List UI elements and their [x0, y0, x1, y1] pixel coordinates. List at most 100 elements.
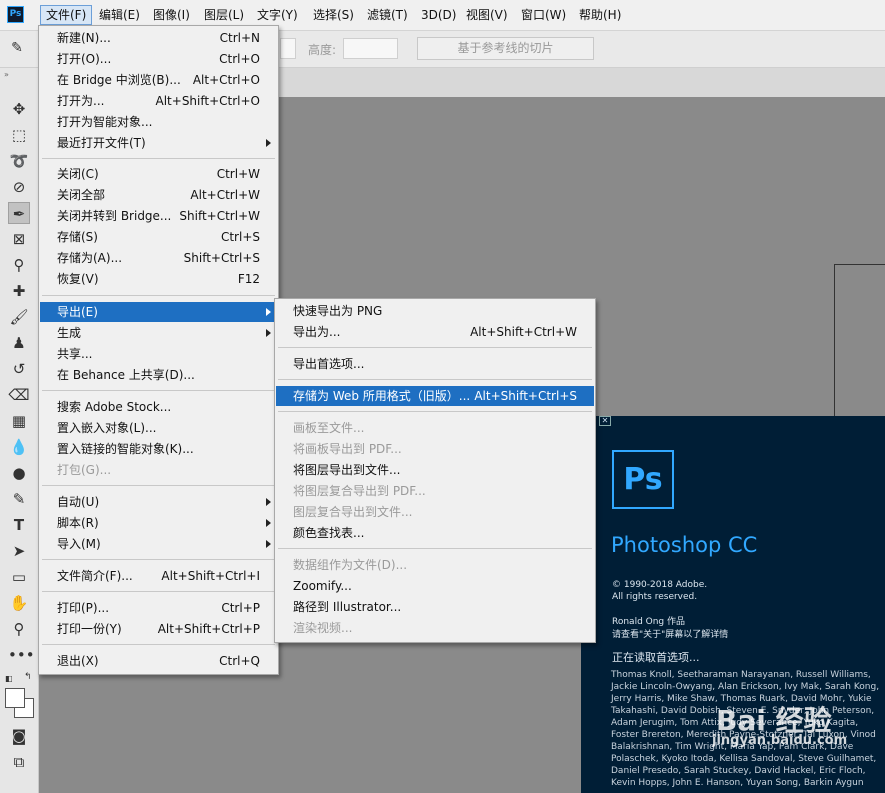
frame-tool-icon[interactable]: ⊠: [8, 228, 30, 250]
menu-item-open-as[interactable]: 打开为... Alt+Shift+Ctrl+O: [40, 91, 277, 111]
menu-separator: [278, 347, 592, 348]
menu-item-place-embedded[interactable]: 置入嵌入对象(L)...: [40, 418, 277, 438]
zoom-tool-icon[interactable]: ⚲: [8, 618, 30, 640]
menu-item-exit[interactable]: 退出(X) Ctrl+Q: [40, 651, 277, 671]
menu-item-browse-bridge[interactable]: 在 Bridge 中浏览(B)... Alt+Ctrl+O: [40, 70, 277, 90]
marquee-tool-icon[interactable]: ⬚: [8, 124, 30, 146]
menu-item-export-as[interactable]: 导出为... Alt+Shift+Ctrl+W: [276, 322, 594, 342]
splash-close-icon[interactable]: ✕: [599, 416, 611, 426]
menu-item-layer-comps-to-files[interactable]: 图层复合导出到文件...: [276, 502, 594, 522]
dodge-tool-icon[interactable]: ●: [8, 462, 30, 484]
menu-item-layers-to-files[interactable]: 将图层导出到文件...: [276, 460, 594, 480]
menu-item-place-linked[interactable]: 置入链接的智能对象(K)...: [40, 439, 277, 459]
menu-item-recent-files[interactable]: 最近打开文件(T): [40, 133, 277, 153]
menu-item-quick-export-png[interactable]: 快速导出为 PNG: [276, 301, 594, 321]
slice-tool-preset-icon[interactable]: ✎: [6, 37, 28, 59]
submenu-arrow-icon: [266, 308, 271, 316]
splash-rights: All rights reserved.: [612, 592, 698, 602]
rectangle-tool-icon[interactable]: ▭: [8, 566, 30, 588]
splash-copyright: © 1990-2018 Adobe.: [612, 580, 708, 590]
menu-type[interactable]: 文字(Y): [252, 5, 303, 25]
menu-item-data-sets-as-files[interactable]: 数据组作为文件(D)...: [276, 555, 594, 575]
hand-tool-icon[interactable]: ✋: [8, 592, 30, 614]
menu-item-paths-to-illustrator[interactable]: 路径到 Illustrator...: [276, 597, 594, 617]
quick-mask-icon[interactable]: ◙: [8, 725, 30, 747]
blur-tool-icon[interactable]: 💧: [8, 436, 30, 458]
menu-item-artboards-to-files[interactable]: 画板至文件...: [276, 418, 594, 438]
menu-item-export-preferences[interactable]: 导出首选项...: [276, 354, 594, 374]
quick-select-tool-icon[interactable]: ⊘: [8, 176, 30, 198]
path-pen-tool-icon[interactable]: ✎: [8, 488, 30, 510]
brush-tool-icon[interactable]: 🖌: [8, 306, 30, 328]
menu-item-file-info[interactable]: 文件简介(F)... Alt+Shift+Ctrl+I: [40, 566, 277, 586]
gradient-tool-icon[interactable]: ▦: [8, 410, 30, 432]
move-tool-icon[interactable]: ✥: [8, 98, 30, 120]
path-selection-tool-icon[interactable]: ➤: [8, 540, 30, 562]
width-field[interactable]: [280, 38, 296, 59]
menu-item-save-for-web[interactable]: 存储为 Web 所用格式（旧版）... Alt+Shift+Ctrl+S: [276, 386, 594, 406]
menu-select[interactable]: 选择(S): [308, 5, 359, 25]
menu-3d[interactable]: 3D(D): [416, 5, 461, 25]
menu-item-automate[interactable]: 自动(U): [40, 492, 277, 512]
menu-item-render-video[interactable]: 渲染视频...: [276, 618, 594, 638]
menu-item-open[interactable]: 打开(O)... Ctrl+O: [40, 49, 277, 69]
menu-separator: [42, 559, 275, 560]
stamp-tool-icon[interactable]: ♟: [8, 332, 30, 354]
panel-collapse-icon[interactable]: »: [4, 70, 9, 79]
menu-item-generate[interactable]: 生成: [40, 323, 277, 343]
menu-item-import[interactable]: 导入(M): [40, 534, 277, 554]
submenu-arrow-icon: [266, 540, 271, 548]
history-brush-tool-icon[interactable]: ↺: [8, 358, 30, 380]
menu-file[interactable]: 文件(F): [40, 5, 93, 25]
menu-item-close[interactable]: 关闭(C) Ctrl+W: [40, 164, 277, 184]
slices-from-guides-button[interactable]: 基于参考线的切片: [417, 37, 594, 60]
splash-about-hint: 请查看"关于"屏幕以了解详情: [612, 630, 729, 640]
swap-colors-icon[interactable]: ↰: [24, 672, 32, 682]
healing-brush-tool-icon[interactable]: ✚: [8, 280, 30, 302]
menu-item-package[interactable]: 打包(G)...: [40, 460, 277, 480]
menu-item-save-as[interactable]: 存储为(A)... Shift+Ctrl+S: [40, 248, 277, 268]
eraser-tool-icon[interactable]: ⌫: [8, 384, 30, 406]
menu-item-artboards-to-pdf[interactable]: 将画板导出到 PDF...: [276, 439, 594, 459]
menu-item-save[interactable]: 存储(S) Ctrl+S: [40, 227, 277, 247]
menu-edit[interactable]: 编辑(E): [94, 5, 145, 25]
menu-item-export[interactable]: 导出(E): [40, 302, 277, 322]
menu-separator: [42, 485, 275, 486]
menu-item-print-one[interactable]: 打印一份(Y) Alt+Shift+Ctrl+P: [40, 619, 277, 639]
menu-item-close-all[interactable]: 关闭全部 Alt+Ctrl+W: [40, 185, 277, 205]
menu-image[interactable]: 图像(I): [148, 5, 195, 25]
submenu-arrow-icon: [266, 329, 271, 337]
menu-item-layer-comps-to-pdf[interactable]: 将图层复合导出到 PDF...: [276, 481, 594, 501]
menu-item-zoomify[interactable]: Zoomify...: [276, 576, 594, 596]
menu-view[interactable]: 视图(V): [461, 5, 513, 25]
splash-author: Ronald Ong 作品: [612, 617, 686, 627]
eyedropper-tool-icon[interactable]: ⚲: [8, 254, 30, 276]
menu-item-open-smart-object[interactable]: 打开为智能对象...: [40, 112, 277, 132]
menu-item-close-go-bridge[interactable]: 关闭并转到 Bridge... Shift+Ctrl+W: [40, 206, 277, 226]
splash-ps-logo: Ps: [612, 450, 674, 509]
menu-item-share-behance[interactable]: 在 Behance 上共享(D)...: [40, 365, 277, 385]
height-label: 高度:: [308, 43, 337, 57]
menu-layer[interactable]: 图层(L): [199, 5, 249, 25]
lasso-tool-icon[interactable]: ➰: [8, 150, 30, 172]
pen-tool-icon[interactable]: ✒: [8, 202, 30, 224]
foreground-color-swatch[interactable]: [5, 688, 25, 708]
menu-window[interactable]: 窗口(W): [516, 5, 571, 25]
default-colors-icon[interactable]: ◧: [5, 674, 13, 683]
photoshop-logo-icon[interactable]: Ps: [7, 6, 24, 23]
menu-item-print[interactable]: 打印(P)... Ctrl+P: [40, 598, 277, 618]
type-tool-icon[interactable]: T: [8, 514, 30, 536]
menu-item-share[interactable]: 共享...: [40, 344, 277, 364]
more-tools-icon[interactable]: •••: [8, 644, 35, 666]
menu-item-revert[interactable]: 恢复(V) F12: [40, 269, 277, 289]
screen-mode-icon[interactable]: ⧉: [8, 751, 30, 773]
watermark-url: jingyan.baidu.com: [712, 733, 848, 748]
height-field[interactable]: [343, 38, 398, 59]
menu-filter[interactable]: 滤镜(T): [362, 5, 413, 25]
menu-item-search-stock[interactable]: 搜索 Adobe Stock...: [40, 397, 277, 417]
file-menu: 新建(N)... Ctrl+N 打开(O)... Ctrl+O 在 Bridge 中…: [38, 25, 279, 675]
menu-item-scripts[interactable]: 脚本(R): [40, 513, 277, 533]
menu-help[interactable]: 帮助(H): [574, 5, 626, 25]
menu-item-new[interactable]: 新建(N)... Ctrl+N: [40, 28, 277, 48]
menu-item-color-lookup[interactable]: 颜色查找表...: [276, 523, 594, 543]
